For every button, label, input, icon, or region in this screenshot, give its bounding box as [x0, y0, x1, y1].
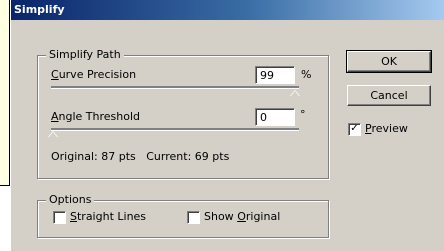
show-original-checkbox[interactable]	[187, 211, 200, 224]
cancel-button[interactable]: Cancel	[347, 85, 431, 106]
curve-precision-slider-thumb[interactable]	[290, 90, 300, 96]
options-legend: Options	[46, 193, 95, 207]
window-title: Simplify	[14, 3, 65, 16]
point-count-status: Original: 87 pts Current: 69 pts	[51, 150, 230, 163]
ok-button[interactable]: OK	[346, 50, 432, 73]
preview-checkbox[interactable]: ✓	[348, 123, 361, 136]
angle-threshold-slider-thumb[interactable]	[48, 131, 58, 137]
straight-lines-checkbox[interactable]	[53, 211, 66, 224]
angle-threshold-unit: °	[300, 108, 306, 121]
curve-precision-slider[interactable]	[51, 86, 299, 89]
background-panel	[0, 0, 10, 186]
simplify-path-legend: Simplify Path	[46, 48, 124, 62]
angle-threshold-slider[interactable]	[51, 128, 299, 131]
curve-precision-input[interactable]	[255, 66, 295, 84]
preview-label: Preview	[365, 122, 408, 135]
straight-lines-label: Straight Lines	[70, 210, 147, 223]
angle-threshold-label: Angle Threshold	[51, 110, 141, 123]
show-original-label: Show Original	[204, 210, 281, 223]
title-bar: Simplify	[11, 0, 444, 20]
simplify-dialog: Simplify Simplify Path Curve Precision %…	[10, 0, 444, 251]
curve-precision-unit: %	[301, 68, 312, 81]
curve-precision-label: Curve Precision	[51, 68, 137, 81]
angle-threshold-input[interactable]	[255, 108, 295, 126]
